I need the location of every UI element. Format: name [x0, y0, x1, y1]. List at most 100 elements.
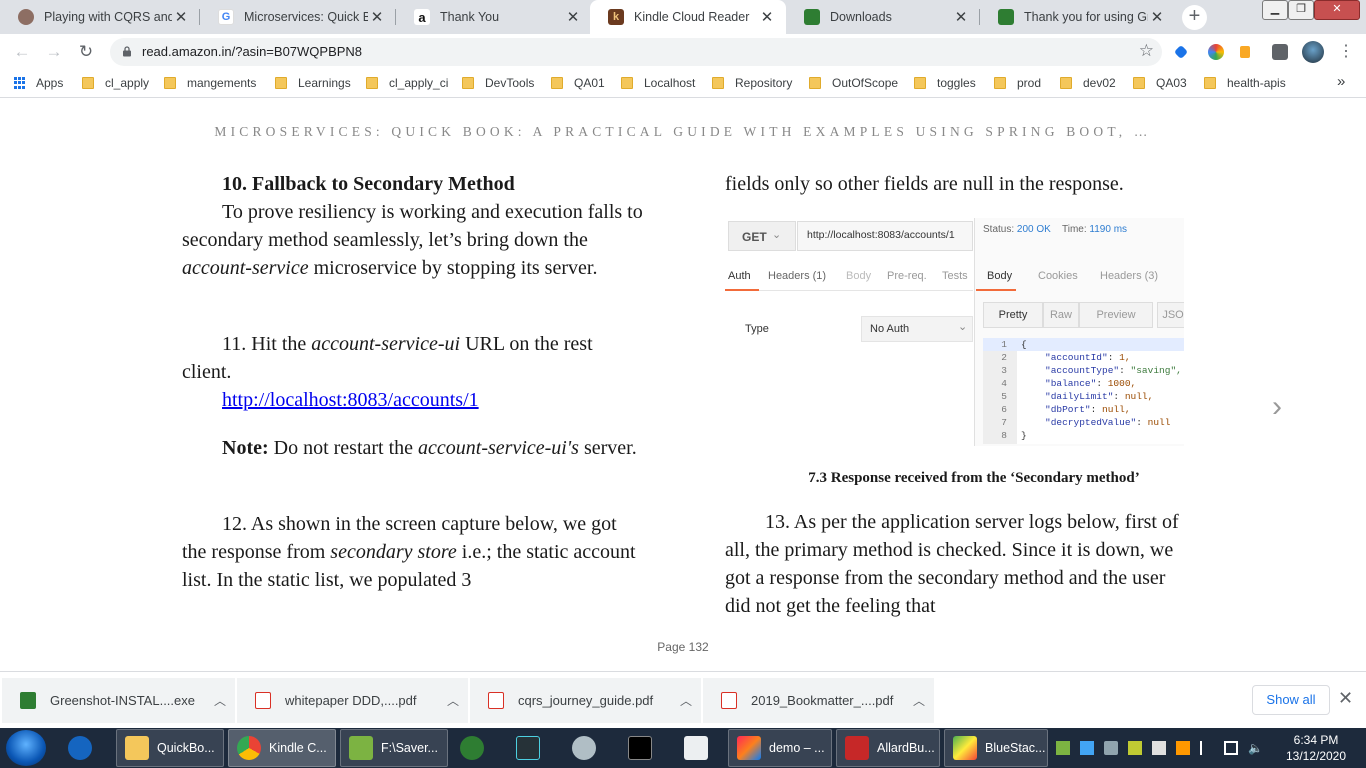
- taskbar-pinned-app[interactable]: [508, 729, 548, 767]
- tab-downloads[interactable]: Downloads ✕: [786, 0, 980, 34]
- download-item[interactable]: Greenshot-INSTAL....exe ︿: [2, 678, 235, 723]
- network-icon[interactable]: [1224, 741, 1238, 755]
- bookmark-apps[interactable]: Apps: [14, 76, 63, 90]
- maximize-button[interactable]: ❐: [1288, 0, 1314, 20]
- close-icon[interactable]: ✕: [952, 8, 970, 26]
- bookmark-folder[interactable]: QA01: [551, 76, 605, 90]
- accounts-url-link[interactable]: http://localhost:8083/accounts/1: [222, 386, 479, 414]
- bookmark-folder[interactable]: prod: [994, 76, 1041, 90]
- taskbar-pinned-app[interactable]: [60, 729, 108, 767]
- terminal-icon: [628, 736, 652, 760]
- close-shelf-icon[interactable]: ✕: [1338, 688, 1353, 709]
- bookmarks-bar: Apps cl_apply mangements Learnings cl_ap…: [0, 70, 1366, 98]
- taskbar-pinned-app[interactable]: [564, 729, 604, 767]
- bookmark-folder[interactable]: toggles: [914, 76, 976, 90]
- reload-icon[interactable]: ↻: [74, 40, 98, 64]
- extensions-puzzle-icon[interactable]: [1272, 44, 1288, 60]
- taskbar-pinned-app[interactable]: [620, 729, 660, 767]
- profile-avatar[interactable]: [1302, 41, 1324, 63]
- bookmark-folder[interactable]: DevTools: [462, 76, 534, 90]
- taskbar-intellij[interactable]: demo – ...: [728, 729, 832, 767]
- paragraph-step-11: 11. Hit the account-service-ui URL on th…: [182, 333, 593, 383]
- bookmark-folder[interactable]: cl_apply: [82, 76, 149, 90]
- bookmark-folder[interactable]: mangements: [164, 76, 256, 90]
- tray-app-icon[interactable]: [1176, 741, 1190, 755]
- amazon-icon: a: [414, 9, 430, 25]
- folder-icon: [809, 77, 821, 89]
- lock-icon: [123, 46, 131, 57]
- chevron-up-icon[interactable]: ︿: [904, 692, 934, 709]
- response-panel: Status: 200 OK Time: 1190 ms Body Cookie…: [974, 218, 1184, 446]
- folder-icon: [551, 77, 563, 89]
- download-item[interactable]: cqrs_journey_guide.pdf ︿: [470, 678, 701, 723]
- taskbar-chrome[interactable]: Kindle C...: [228, 729, 336, 767]
- next-page-arrow[interactable]: ›: [1272, 390, 1282, 424]
- paragraph-step-13: 13. As per the application server logs b…: [725, 511, 1179, 617]
- tab-cqrs[interactable]: Playing with CQRS and E ✕: [0, 0, 200, 34]
- taskbar-pdf-reader[interactable]: AllardBu...: [836, 729, 940, 767]
- close-icon[interactable]: ✕: [758, 8, 776, 26]
- google-icon: G: [218, 9, 234, 25]
- show-all-downloads-button[interactable]: Show all: [1252, 685, 1330, 715]
- close-icon[interactable]: ✕: [1148, 8, 1166, 26]
- volume-icon[interactable]: 🔈: [1248, 741, 1263, 755]
- bookmarks-overflow-button[interactable]: »: [1337, 73, 1345, 90]
- arrow-extension-icon[interactable]: [1240, 46, 1250, 58]
- figure-caption: 7.3 Response received from the ‘Secondar…: [808, 470, 1140, 486]
- bookmark-folder[interactable]: dev02: [1060, 76, 1116, 90]
- taskbar-explorer[interactable]: QuickBo...: [116, 729, 224, 767]
- taskbar-saver[interactable]: F:\Saver...: [340, 729, 448, 767]
- bookmark-folder[interactable]: Localhost: [621, 76, 695, 90]
- folder-icon: [366, 77, 378, 89]
- close-icon[interactable]: ✕: [564, 8, 582, 26]
- taskbar-clock[interactable]: 6:34 PM 13/12/2020: [1278, 732, 1354, 764]
- pdf-file-icon: [488, 692, 504, 709]
- pen-extension-icon[interactable]: [1173, 44, 1189, 60]
- chevron-up-icon[interactable]: ︿: [205, 692, 235, 709]
- notepad-icon: [349, 736, 373, 760]
- download-item[interactable]: 2019_Bookmatter_....pdf ︿: [703, 678, 934, 723]
- bookmark-folder[interactable]: OutOfScope: [809, 76, 898, 90]
- forward-icon[interactable]: →: [42, 40, 66, 64]
- downloads-shelf: Greenshot-INSTAL....exe ︿ whitepaper DDD…: [0, 671, 1366, 728]
- window-close-button[interactable]: ✕: [1314, 0, 1360, 20]
- close-icon[interactable]: ✕: [368, 8, 386, 26]
- taskbar-bluestacks[interactable]: BlueStac...: [944, 729, 1048, 767]
- tab-strip: Playing with CQRS and E ✕ G Microservice…: [0, 0, 1366, 34]
- greenshot-icon: [998, 9, 1014, 25]
- tray-app-icon[interactable]: [1152, 741, 1166, 755]
- tab-kindle-cloud-reader[interactable]: k Kindle Cloud Reader ✕: [590, 0, 786, 34]
- tab-microservices[interactable]: G Microservices: Quick Boo ✕: [200, 0, 396, 34]
- bookmark-folder[interactable]: health-apis: [1204, 76, 1286, 90]
- tray-app-icon[interactable]: [1128, 741, 1142, 755]
- back-icon[interactable]: ←: [10, 40, 34, 64]
- flag-icon[interactable]: [1200, 741, 1214, 755]
- tab-thank-you[interactable]: a Thank You ✕: [396, 0, 592, 34]
- new-tab-button[interactable]: +: [1182, 5, 1207, 30]
- address-bar[interactable]: read.amazon.in/?asin=B07WQPBPN8 ☆: [110, 38, 1162, 66]
- shield-icon[interactable]: [1104, 741, 1118, 755]
- minimize-button[interactable]: ▁: [1262, 0, 1288, 20]
- tray-app-icon[interactable]: [1080, 741, 1094, 755]
- folder-icon: [914, 77, 926, 89]
- tray-app-icon[interactable]: [1056, 741, 1070, 755]
- tab-greenshot[interactable]: Thank you for using Gre ✕: [980, 0, 1176, 34]
- chevron-down-icon: ⌄: [958, 321, 968, 333]
- bookmark-folder[interactable]: Repository: [712, 76, 792, 90]
- taskbar-pinned-app[interactable]: [452, 729, 492, 767]
- menu-kebab-icon[interactable]: ⋮: [1334, 40, 1358, 64]
- start-button[interactable]: [6, 730, 46, 766]
- browser-toolbar: ← → ↻ read.amazon.in/?asin=B07WQPBPN8 ☆ …: [0, 34, 1366, 70]
- color-extension-icon[interactable]: [1208, 44, 1224, 60]
- chevron-up-icon[interactable]: ︿: [438, 692, 468, 709]
- json-response-code: 1{ 2 "accountId": 1, 3 "accountType": "sav…: [983, 338, 1184, 444]
- bookmark-star-icon[interactable]: ☆: [1139, 41, 1154, 61]
- taskbar-pinned-app[interactable]: [676, 729, 716, 767]
- intellij-icon: [737, 736, 761, 760]
- chevron-up-icon[interactable]: ︿: [671, 692, 701, 709]
- bookmark-folder[interactable]: QA03: [1133, 76, 1187, 90]
- close-icon[interactable]: ✕: [172, 8, 190, 26]
- bookmark-folder[interactable]: Learnings: [275, 76, 351, 90]
- bookmark-folder[interactable]: cl_apply_ci: [366, 76, 448, 90]
- download-item[interactable]: whitepaper DDD,....pdf ︿: [237, 678, 468, 723]
